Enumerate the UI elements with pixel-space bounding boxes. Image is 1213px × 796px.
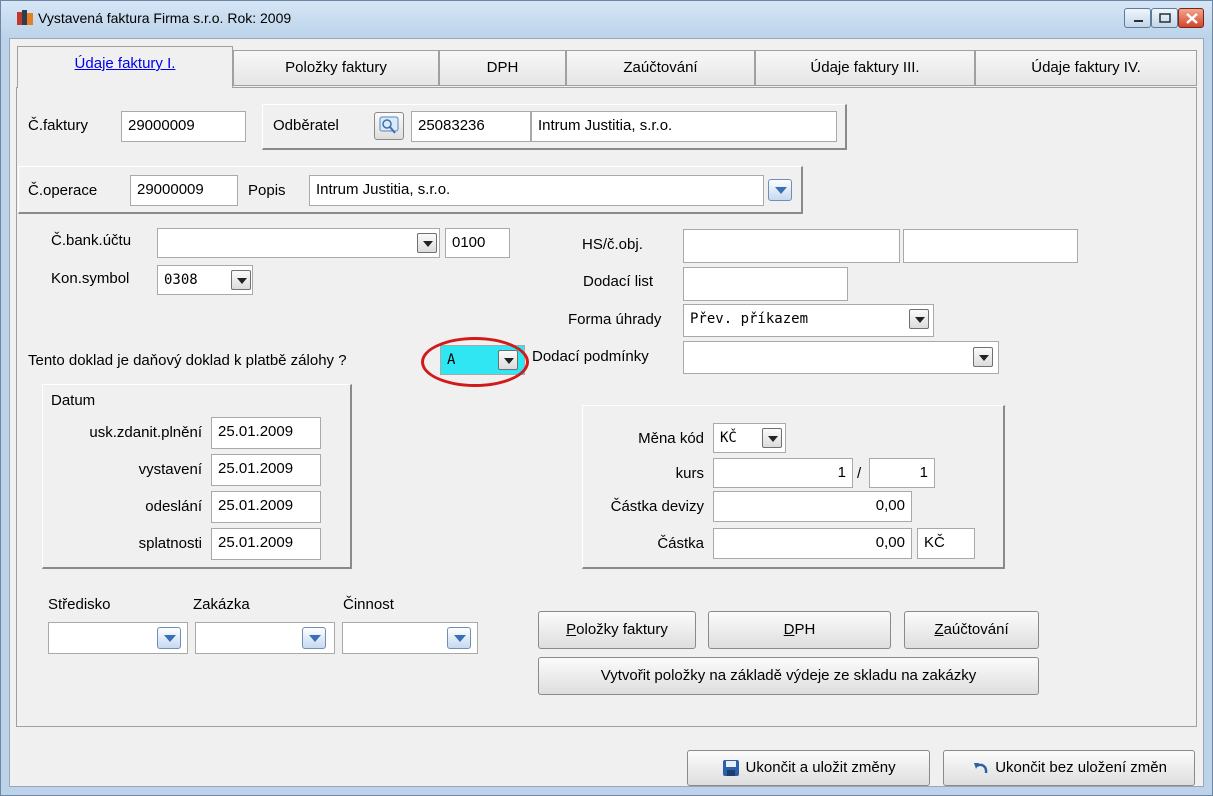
- cost-center-label: Středisko: [48, 596, 111, 613]
- sent-date-field[interactable]: 25.01.2009: [211, 491, 321, 523]
- currency-code-label: Měna kód: [638, 430, 704, 447]
- invoice-number-label: Č.faktury: [28, 117, 89, 134]
- rate-field-a[interactable]: 1: [713, 458, 853, 488]
- save-and-close-button[interactable]: Ukončit a uložit změny: [687, 750, 930, 786]
- const-symbol-label: Kon.symbol: [51, 270, 130, 287]
- issued-date-label: vystavení: [138, 461, 202, 478]
- order-number-field-b[interactable]: [903, 229, 1078, 263]
- operation-number-field[interactable]: 29000009: [130, 175, 238, 206]
- invoice-items-button[interactable]: Položky faktury: [538, 611, 696, 649]
- delivery-terms-dropdown[interactable]: [973, 347, 993, 367]
- close-without-saving-button[interactable]: Ukončit bez uložení změn: [943, 750, 1195, 786]
- customer-label: Odběratel: [273, 117, 339, 134]
- tab-vat[interactable]: DPH: [439, 50, 566, 86]
- job-order-label: Zakázka: [193, 596, 250, 613]
- highlight-ring: [421, 337, 529, 387]
- amount-field[interactable]: 0,00: [713, 528, 912, 559]
- sent-date-label: odeslání: [145, 498, 202, 515]
- delivery-note-label: Dodací list: [583, 273, 654, 290]
- taxable-date-field[interactable]: 25.01.2009: [211, 417, 321, 449]
- amount-currency-field[interactable]: KČ: [917, 528, 975, 559]
- customer-id-field[interactable]: 25083236: [411, 111, 531, 142]
- vat-button[interactable]: DPH: [708, 611, 891, 649]
- tab-posting[interactable]: Zaúčtování: [566, 50, 755, 86]
- bank-account-field[interactable]: [157, 228, 440, 258]
- floppy-disk-icon: [723, 760, 740, 777]
- description-label: Popis: [248, 182, 286, 199]
- description-dropdown-button[interactable]: [768, 179, 792, 201]
- tab-invoice-data-3[interactable]: Údaje faktury III.: [755, 50, 975, 86]
- amount-label: Částka: [657, 535, 704, 552]
- rate-label: kurs: [675, 465, 704, 482]
- bank-code-field[interactable]: 0100: [445, 228, 510, 258]
- magnifier-icon: [379, 116, 399, 134]
- order-number-field-a[interactable]: [683, 229, 900, 263]
- invoice-number-field[interactable]: 29000009: [121, 111, 246, 142]
- posting-button[interactable]: Zaúčtování: [904, 611, 1039, 649]
- tab-invoice-items[interactable]: Položky faktury: [233, 50, 439, 86]
- bank-account-label: Č.bank.účtu: [51, 232, 132, 249]
- payment-form-dropdown[interactable]: [909, 309, 929, 329]
- foreign-amount-label: Částka devizy: [610, 498, 704, 515]
- order-number-label: HS/č.obj.: [582, 236, 643, 253]
- bank-account-dropdown[interactable]: [417, 233, 437, 253]
- window-title: Vystavená faktura Firma s.r.o. Rok: 2009: [38, 10, 292, 26]
- taxable-date-label: usk.zdanit.plnění: [89, 424, 202, 441]
- activity-dropdown[interactable]: [447, 627, 471, 649]
- app-icon: [16, 9, 34, 27]
- foreign-amount-field[interactable]: 0,00: [713, 491, 912, 522]
- rate-separator: /: [857, 465, 862, 482]
- close-button[interactable]: [1178, 8, 1204, 28]
- delivery-terms-field[interactable]: [683, 341, 999, 374]
- currency-code-dropdown[interactable]: [762, 428, 782, 448]
- operation-number-label: Č.operace: [28, 182, 98, 199]
- rate-field-b[interactable]: 1: [869, 458, 935, 488]
- cost-center-dropdown[interactable]: [157, 627, 181, 649]
- description-field[interactable]: Intrum Justitia, s.r.o.: [309, 175, 764, 206]
- dates-group-label: Datum: [51, 392, 96, 409]
- delivery-note-field[interactable]: [683, 267, 848, 301]
- const-symbol-dropdown[interactable]: [231, 270, 251, 290]
- delivery-terms-label: Dodací podmínky: [532, 348, 649, 365]
- minimize-button[interactable]: [1124, 8, 1151, 28]
- issued-date-field[interactable]: 25.01.2009: [211, 454, 321, 486]
- advance-question-label: Tento doklad je daňový doklad k platbě z…: [28, 352, 347, 369]
- payment-form-label: Forma úhrady: [568, 311, 662, 328]
- maximize-button[interactable]: [1151, 8, 1178, 28]
- payment-form-field[interactable]: Přev. příkazem: [683, 304, 934, 337]
- job-order-dropdown[interactable]: [302, 627, 326, 649]
- undo-icon: [974, 763, 988, 774]
- customer-lookup-button[interactable]: [374, 112, 404, 140]
- due-date-label: splatnosti: [138, 535, 202, 552]
- customer-name-field[interactable]: Intrum Justitia, s.r.o.: [531, 111, 837, 142]
- tab-invoice-data-4[interactable]: Údaje faktury IV.: [975, 50, 1197, 86]
- tab-invoice-data-1[interactable]: Údaje faktury I.: [17, 46, 233, 88]
- activity-label: Činnost: [343, 596, 394, 613]
- create-items-from-stock-button[interactable]: Vytvořit položky na základě výdeje ze sk…: [538, 657, 1039, 695]
- due-date-field[interactable]: 25.01.2009: [211, 528, 321, 560]
